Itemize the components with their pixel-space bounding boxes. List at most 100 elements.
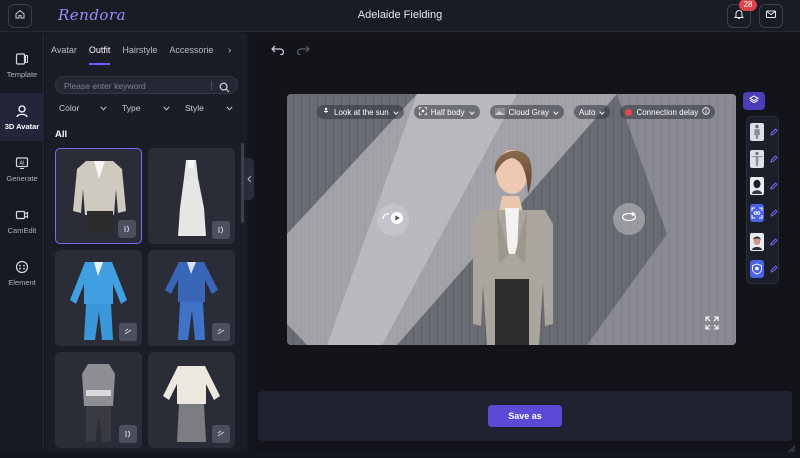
tab-avatar[interactable]: Avatar [51,45,77,65]
rail-item-element[interactable]: Element [0,249,44,297]
edit-icon[interactable] [770,204,778,222]
chevron-down-icon [553,108,559,117]
fullscreen-icon[interactable] [705,316,719,335]
edit-icon[interactable] [770,123,778,141]
face-scan-icon [750,204,764,222]
tool-row[interactable] [750,175,778,197]
right-tool-panel [746,116,779,284]
search-input[interactable] [64,79,204,92]
messages-button[interactable] [759,4,783,28]
page-title: Adelaide Fielding [357,9,443,21]
tab-accessorie[interactable]: Accessorie [169,45,213,65]
t-pose-icon [750,150,764,168]
wardrobe-icon [212,425,230,443]
chip-label: Connection delay [636,107,699,117]
rail-item-label: Element [8,277,36,287]
chip-label: Auto [578,107,596,117]
rail-item-template[interactable]: Template [0,41,44,89]
resize-grip-icon[interactable] [786,440,796,458]
template-icon [15,52,29,66]
outfit-card[interactable] [148,250,235,346]
search-icon[interactable] [219,80,230,98]
rail-item-generate[interactable]: AI Generate [0,145,44,193]
top-bar: Rendora Adelaide Fielding 28 [0,0,800,32]
left-nav-rail: Template 3D Avatar AI Generate CamEdit E… [0,33,44,451]
notification-badge: 28 [739,0,757,11]
filter-label: Type [122,103,141,113]
wardrobe-icon [119,425,137,443]
outfit-card[interactable] [55,352,142,448]
quality-dropdown[interactable]: Auto [573,105,611,119]
chevron-right-icon[interactable]: › [228,45,231,56]
full-body-icon [750,123,764,141]
tool-row[interactable] [750,121,778,143]
tool-row[interactable] [750,231,778,253]
color-filter-dropdown[interactable]: Color [55,101,110,115]
category-tabs: Avatar Outfit Hairstyle Accessorie [51,45,213,65]
element-icon [15,260,29,274]
edit-icon[interactable] [770,233,778,251]
viewer-toolbar: Look at the sun Half body Cloud Gray Aut… [317,105,716,119]
outfit-card[interactable] [148,148,235,244]
edit-icon[interactable] [770,150,778,168]
play-animation-button[interactable] [377,204,409,236]
outfit-card[interactable] [55,250,142,346]
layers-button[interactable] [743,92,765,110]
undo-icon[interactable] [271,42,285,60]
edit-icon[interactable] [770,260,778,278]
rail-item-label: Generate [6,173,38,183]
filter-row: Color Type Style [55,101,236,115]
chevron-down-icon [393,108,399,117]
save-as-button[interactable]: Save as [488,405,562,427]
layers-icon [748,92,760,110]
avatar-scene [287,94,736,345]
face-shield-icon [750,260,764,278]
wardrobe-icon [119,323,137,341]
redo-icon[interactable] [296,42,310,60]
rotate-view-button[interactable] [613,203,645,235]
rail-item-label: 3D Avatar [4,121,40,131]
pose-icon [322,107,330,117]
rail-item-camedit[interactable]: CamEdit [0,197,44,245]
pose-dropdown[interactable]: Look at the sun [317,105,404,119]
avatar-icon [15,104,29,118]
filter-label: Color [59,103,80,113]
outfit-panel: Avatar Outfit Hairstyle Accessorie › Col… [45,33,247,451]
tool-row[interactable] [750,202,778,224]
camera-icon [15,208,29,222]
rail-item-3d-avatar[interactable]: 3D Avatar [0,93,44,141]
divider [211,81,212,90]
tab-outfit[interactable]: Outfit [88,45,111,65]
style-filter-dropdown[interactable]: Style [181,101,236,115]
background-dropdown[interactable]: Cloud Gray [489,105,564,119]
tool-row[interactable] [750,148,778,170]
play-icon [380,210,406,231]
framing-icon [418,107,427,117]
connection-status[interactable]: Connection delay [620,105,716,119]
rail-item-label: CamEdit [7,225,37,235]
type-filter-dropdown[interactable]: Type [118,101,173,115]
ai-icon: AI [15,156,29,170]
wardrobe-icon [212,323,230,341]
outfit-card[interactable] [55,148,142,244]
tab-hairstyle[interactable]: Hairstyle [122,45,157,65]
portrait-icon [750,233,764,251]
tool-row[interactable] [750,258,778,280]
chip-label: Look at the sun [334,107,389,117]
head-icon [750,177,764,195]
avatar-viewport[interactable]: Look at the sun Half body Cloud Gray Aut… [287,94,736,345]
framing-dropdown[interactable]: Half body [413,105,480,119]
chevron-down-icon [468,108,475,117]
collapse-panel-button[interactable] [244,158,254,200]
search-box [55,76,238,94]
chevron-down-icon [100,103,107,113]
chevron-down-icon [163,103,170,113]
outfit-card[interactable] [148,352,235,448]
section-title: All [55,129,68,140]
chevron-down-icon [599,108,606,117]
svg-text:AI: AI [19,160,25,166]
info-icon[interactable] [702,107,710,117]
mail-icon [765,7,777,25]
filter-label: Style [185,103,204,113]
edit-icon[interactable] [770,177,778,195]
